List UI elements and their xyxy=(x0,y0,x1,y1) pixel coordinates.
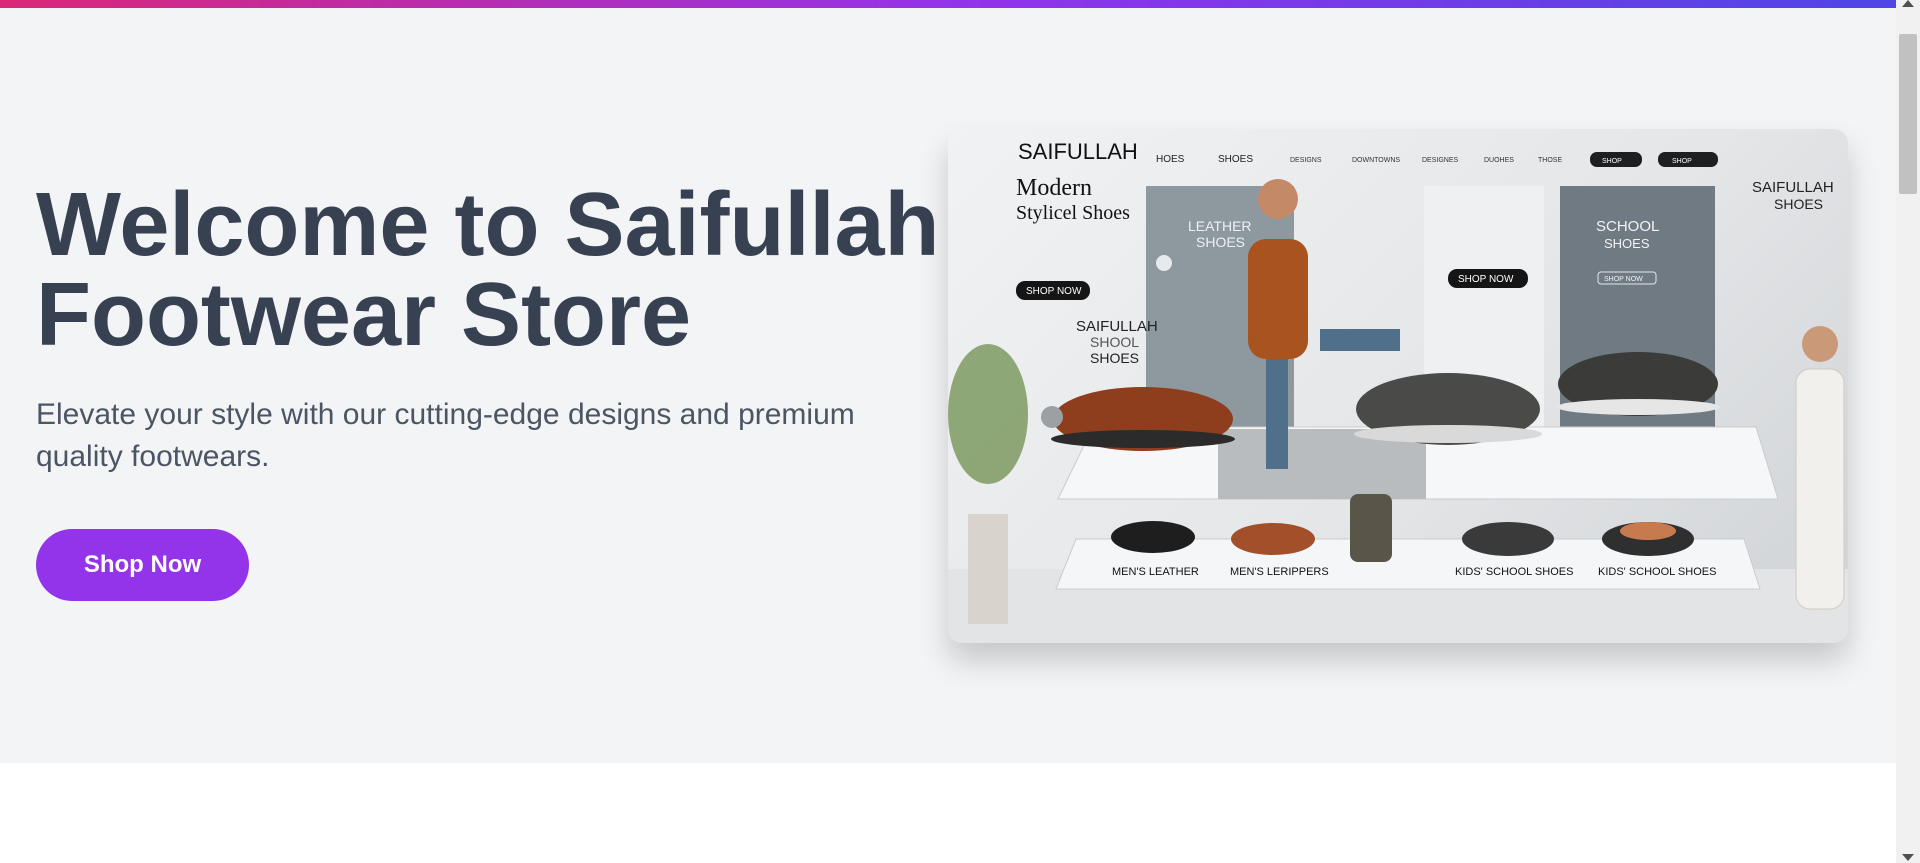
showcase-shop-now: SHOP NOW xyxy=(1026,286,1082,297)
shelf-label-4: KIDS' SCHOOL SHOES xyxy=(1598,566,1716,578)
showcase-nav-2: SHOES xyxy=(1218,154,1253,165)
showcase-nav-3: DESIGNS xyxy=(1290,157,1322,164)
showcase-heading-1: Modern xyxy=(1016,175,1092,201)
hero-title-line-1: Welcome to Saifullah xyxy=(36,175,940,275)
saif-school-3: SHOES xyxy=(1090,350,1139,366)
saif-school-2: SHOOL xyxy=(1090,334,1139,350)
top-gradient-bar xyxy=(0,0,1896,8)
showcase-nav-pill-1: SHOP xyxy=(1602,158,1622,165)
showcase-nav-7: THOSE xyxy=(1538,157,1562,164)
leather-shoes-label-2: SHOES xyxy=(1196,234,1245,250)
shop-now-button[interactable]: Shop Now xyxy=(36,529,249,601)
hero-title: Welcome to Saifullah Footwear Store xyxy=(36,180,940,360)
showcase-nav-pill-2: SHOP xyxy=(1672,158,1692,165)
showcase-nav-4: DOWNTOWNS xyxy=(1352,157,1400,164)
hero-title-line-2: Footwear Store xyxy=(36,265,692,365)
hero-showcase-image: SAIFULLAH HOES SHOES DESIGNS DOWNTOWNS D… xyxy=(948,129,1848,643)
scroll-down-arrow-icon[interactable] xyxy=(1902,854,1914,861)
saif-school-1: SAIFULLAH xyxy=(1076,318,1158,335)
right-brand-1: SAIFULLAH xyxy=(1752,179,1834,196)
right-brand-2: SHOES xyxy=(1774,196,1823,212)
showcase-nav-1: HOES xyxy=(1156,154,1185,165)
scrollbar-thumb[interactable] xyxy=(1899,34,1917,194)
hero-subtitle: Elevate your style with our cutting-edge… xyxy=(36,398,855,473)
showcase-nav-6: DUOHES xyxy=(1484,157,1514,164)
showcase-illustration: SAIFULLAH HOES SHOES DESIGNS DOWNTOWNS D… xyxy=(948,139,1848,643)
showcase-heading-2: Stylicel Shoes xyxy=(1016,202,1130,224)
scroll-up-arrow-icon[interactable] xyxy=(1902,0,1914,7)
showcase-nav-5: DESIGNES xyxy=(1422,157,1459,164)
panel-small-btn: SHOP NOW xyxy=(1604,276,1643,283)
showcase-brand: SAIFULLAH xyxy=(1018,139,1138,164)
shelf-label-2: MEN'S LERIPPERS xyxy=(1230,566,1329,578)
leather-shoes-label-1: LEATHER xyxy=(1188,218,1252,234)
panel-shop-now: SHOP NOW xyxy=(1458,274,1514,285)
page-scrollbar[interactable] xyxy=(1896,0,1920,863)
school-shoes-label-2: SHOES xyxy=(1604,236,1650,251)
school-shoes-label-1: SCHOOL xyxy=(1596,218,1659,235)
shelf-label-3: KIDS' SCHOOL SHOES xyxy=(1455,566,1573,578)
shelf-label-1: MEN'S LEATHER xyxy=(1112,566,1199,578)
